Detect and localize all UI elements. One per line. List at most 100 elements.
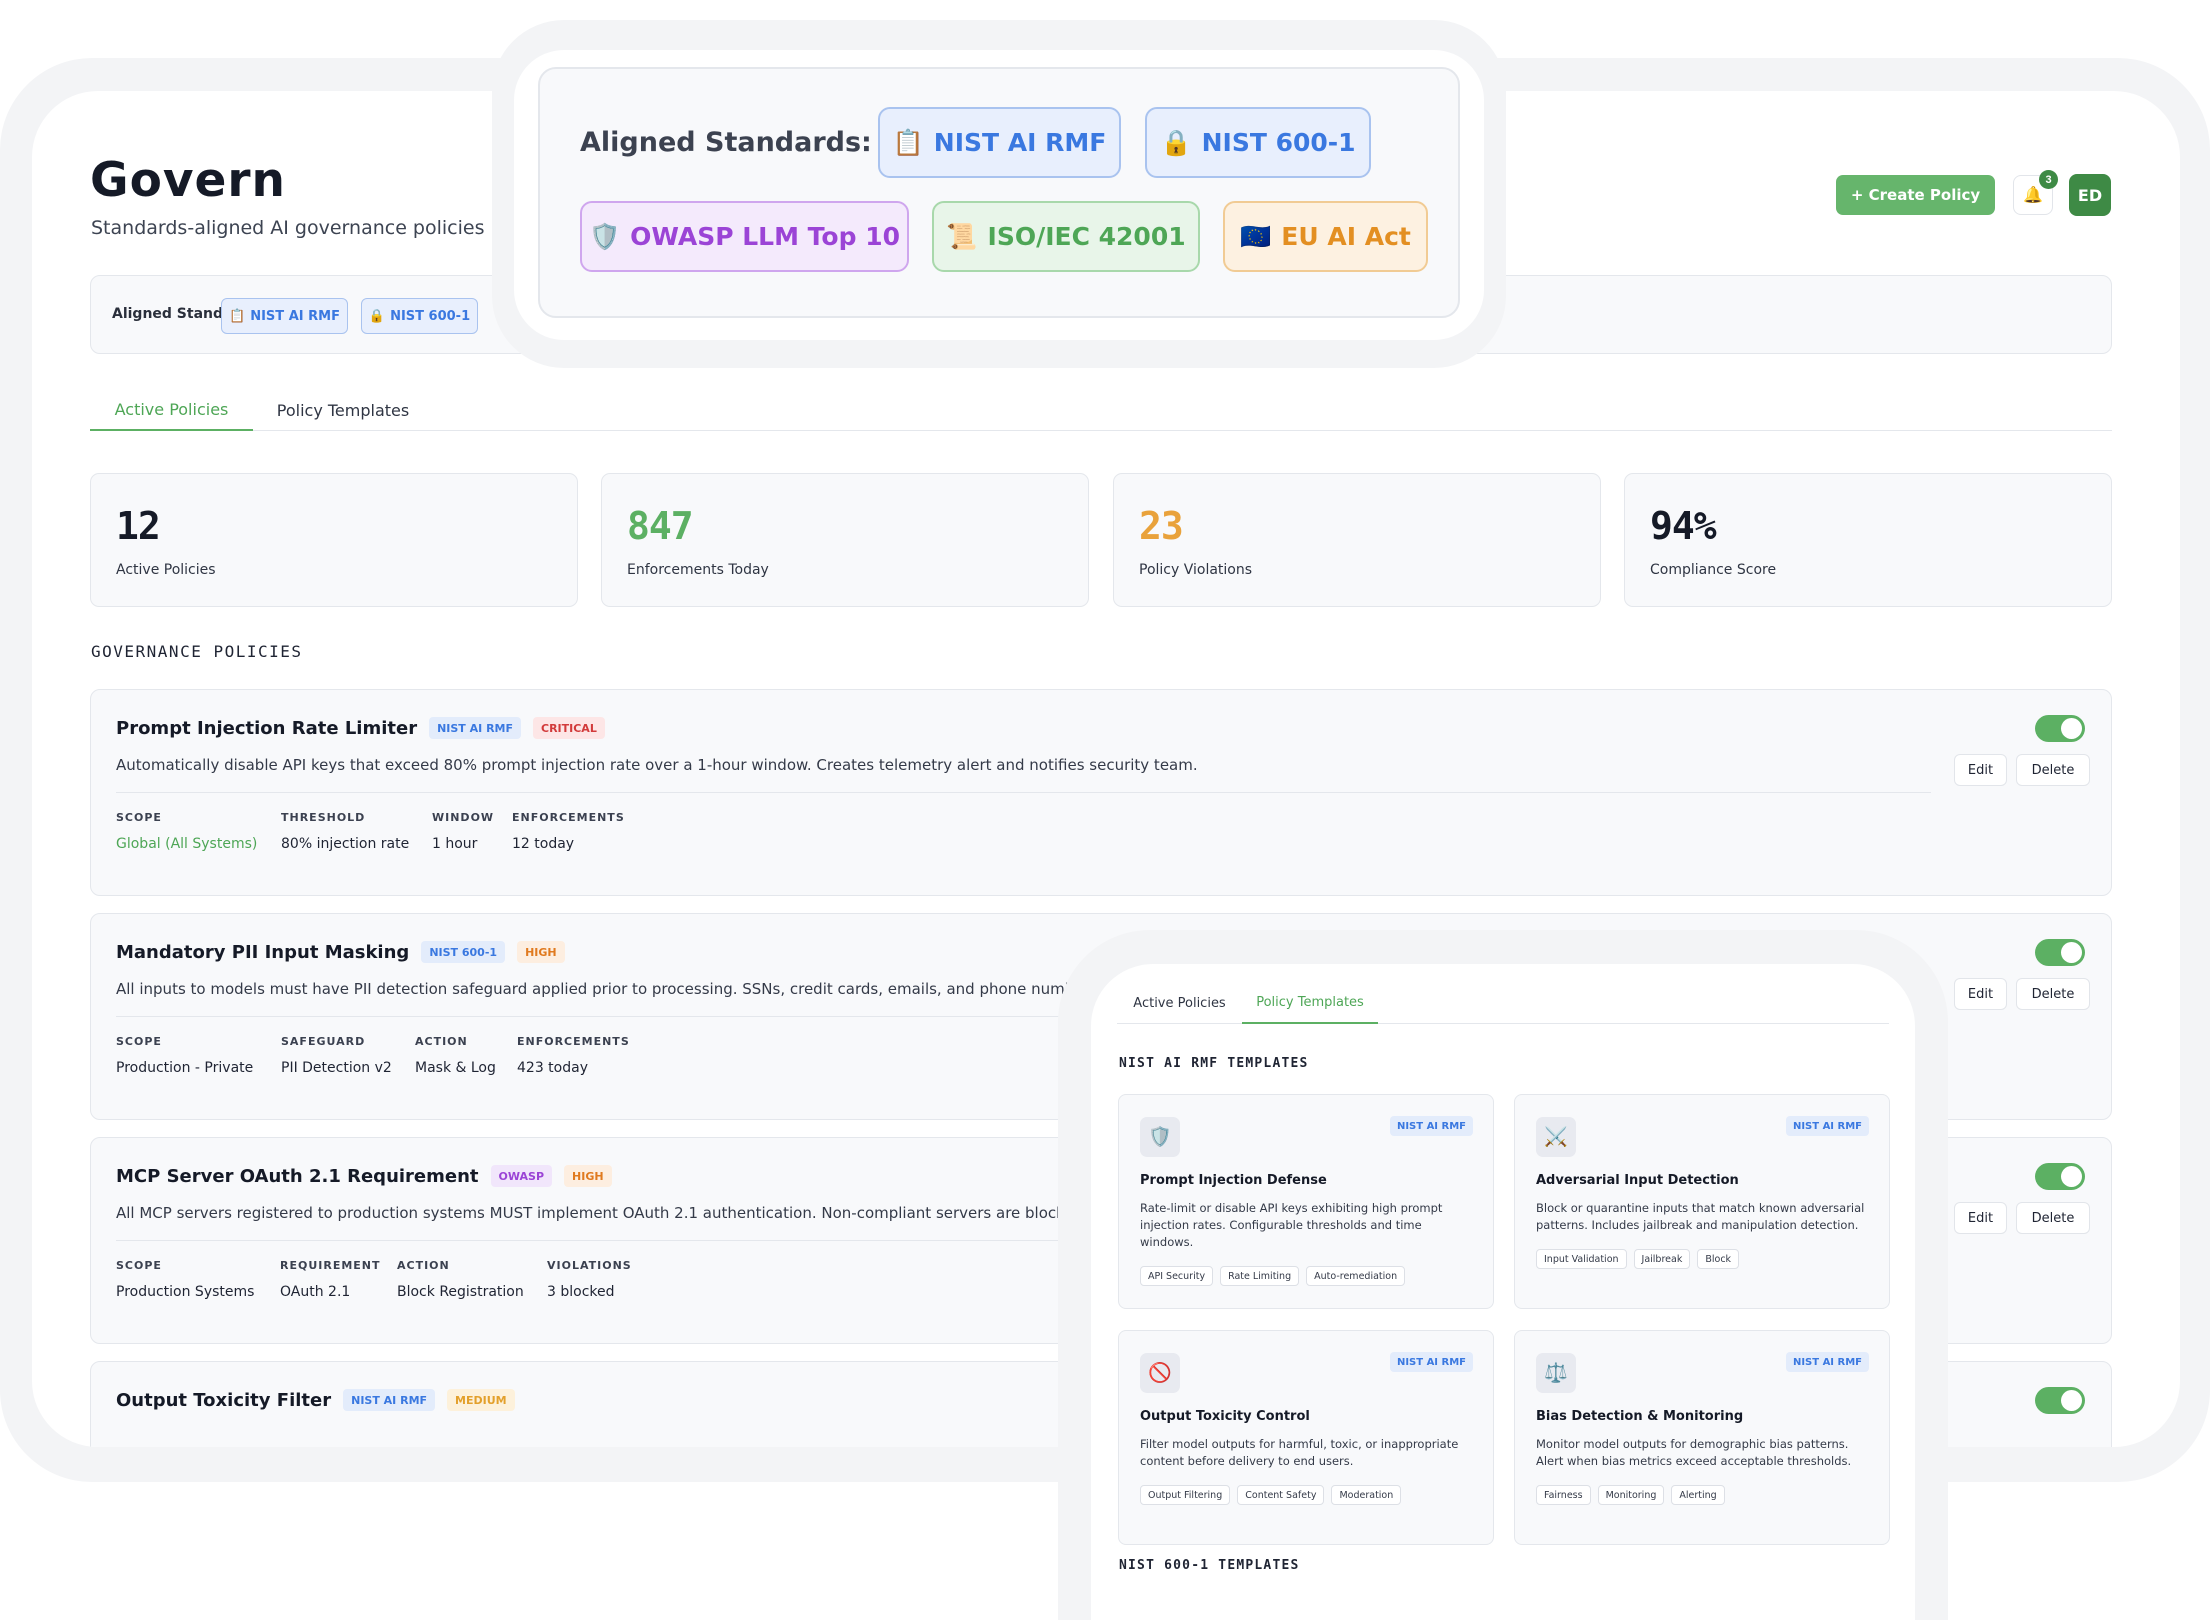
- meta-value: Production - Private: [116, 1060, 254, 1076]
- policy-meta-scope: SCOPE Production Systems: [116, 1259, 254, 1300]
- standard-badge: OWASP: [490, 1165, 553, 1187]
- template-description: Monitor model outputs for demographic bi…: [1536, 1437, 1852, 1468]
- standard-badge: NIST AI RMF: [1785, 1352, 1869, 1372]
- tab-active-policies[interactable]: Active Policies: [90, 389, 253, 431]
- meta-label: ACTION: [415, 1035, 468, 1048]
- standard-badge-nist-ai-rmf[interactable]: 📋 NIST AI RMF: [221, 298, 348, 334]
- section-title-nist-600-1-templates: NIST 600-1 TEMPLATES: [1119, 1558, 1300, 1573]
- tab-policy-templates[interactable]: Policy Templates: [253, 389, 433, 431]
- edit-button[interactable]: Edit: [1954, 978, 2007, 1010]
- tag: Input Validation: [1536, 1249, 1627, 1269]
- severity-badge: HIGH: [517, 941, 565, 963]
- user-avatar[interactable]: ED: [2069, 174, 2111, 216]
- template-tags: API Security Rate Limiting Auto-remediat…: [1140, 1266, 1406, 1286]
- meta-value: 80% injection rate: [281, 836, 410, 852]
- stat-label: Enforcements Today: [627, 562, 769, 578]
- tag: API Security: [1140, 1266, 1214, 1286]
- meta-value: Global (All Systems): [116, 836, 258, 852]
- policy-title: Prompt Injection Rate Limiter: [116, 717, 418, 739]
- bell-icon: 🔔: [2023, 187, 2043, 204]
- meta-value: OAuth 2.1: [280, 1284, 351, 1300]
- policy-meta-enforcements: ENFORCEMENTS 12 today: [512, 811, 625, 852]
- policy-title: Output Toxicity Filter: [116, 1389, 332, 1411]
- section-title-governance-policies: GOVERNANCE POLICIES: [91, 642, 303, 661]
- meta-label: VIOLATIONS: [547, 1259, 632, 1272]
- meta-value: Production Systems: [116, 1284, 255, 1300]
- meta-label: ACTION: [397, 1259, 450, 1272]
- template-title: Prompt Injection Defense: [1140, 1173, 1327, 1188]
- lock-icon: 🔒: [368, 308, 386, 324]
- severity-badge: MEDIUM: [447, 1389, 515, 1411]
- standard-badge-eu-ai-act[interactable]: 🇪🇺 EU AI Act: [1223, 201, 1428, 272]
- standard-badge-nist-600-1[interactable]: 🔒 NIST 600-1: [361, 298, 478, 334]
- policy-meta-threshold: THRESHOLD 80% injection rate: [281, 811, 409, 852]
- delete-button[interactable]: Delete: [2016, 1202, 2090, 1234]
- standard-badge-iso-iec-42001[interactable]: 📜 ISO/IEC 42001: [932, 201, 1200, 272]
- templates-zoom-panel: Active Policies Policy Templates NIST AI…: [1091, 964, 1915, 1620]
- tag: Content Safety: [1237, 1485, 1325, 1505]
- policy-enabled-toggle[interactable]: [2035, 1387, 2085, 1414]
- stat-card-enforcements: 847 Enforcements Today: [601, 473, 1089, 607]
- aligned-standards-bar-zoomed: Aligned Standards: 📋 NIST AI RMF 🔒 NIST …: [538, 67, 1460, 318]
- policy-meta-scope: SCOPE Global (All Systems): [116, 811, 257, 852]
- tag: Monitoring: [1597, 1485, 1665, 1505]
- standard-badge-label: NIST 600-1: [390, 308, 471, 324]
- policy-enabled-toggle[interactable]: [2035, 1163, 2085, 1190]
- tab-policy-templates[interactable]: Policy Templates: [1242, 982, 1378, 1024]
- stat-label: Policy Violations: [1139, 562, 1253, 578]
- template-card-prompt-injection-defense[interactable]: 🛡️ NIST AI RMF Prompt Injection Defense …: [1118, 1094, 1494, 1309]
- meta-label: REQUIREMENT: [280, 1259, 381, 1272]
- standard-badge: NIST 600-1: [421, 941, 506, 963]
- stat-value: 23: [1139, 504, 1184, 548]
- stat-card-active-policies: 12 Active Policies: [90, 473, 578, 607]
- tag: Rate Limiting: [1220, 1266, 1300, 1286]
- notification-count-badge: 3: [2039, 170, 2058, 189]
- template-description: Block or quarantine inputs that match kn…: [1536, 1201, 1865, 1232]
- template-description: Rate-limit or disable API keys exhibitin…: [1140, 1201, 1443, 1249]
- standard-badge-nist-ai-rmf[interactable]: 📋 NIST AI RMF: [878, 107, 1121, 178]
- scales-icon: ⚖️: [1536, 1353, 1576, 1393]
- tag: Moderation: [1331, 1485, 1402, 1505]
- policy-enabled-toggle[interactable]: [2035, 715, 2085, 742]
- clipboard-icon: 📋: [892, 127, 924, 157]
- template-card-adversarial-input-detection[interactable]: ⚔️ NIST AI RMF Adversarial Input Detecti…: [1514, 1094, 1890, 1309]
- template-title: Adversarial Input Detection: [1536, 1173, 1739, 1188]
- standard-badge-nist-600-1[interactable]: 🔒 NIST 600-1: [1145, 107, 1371, 178]
- meta-label: THRESHOLD: [281, 811, 366, 824]
- policy-meta-action: ACTION Block Registration: [397, 1259, 524, 1300]
- page-title: Govern: [90, 153, 287, 208]
- template-card-bias-detection-monitoring[interactable]: ⚖️ NIST AI RMF Bias Detection & Monitori…: [1514, 1330, 1890, 1545]
- tab-active-policies[interactable]: Active Policies: [1117, 982, 1242, 1024]
- meta-label: WINDOW: [432, 811, 495, 824]
- policy-meta-requirement: REQUIREMENT OAuth 2.1: [280, 1259, 381, 1300]
- edit-button[interactable]: Edit: [1954, 754, 2007, 786]
- meta-label: SCOPE: [116, 1259, 162, 1272]
- delete-button[interactable]: Delete: [2016, 978, 2090, 1010]
- template-title: Bias Detection & Monitoring: [1536, 1409, 1744, 1424]
- standards-zoom-panel: Aligned Standards: 📋 NIST AI RMF 🔒 NIST …: [514, 50, 1484, 340]
- edit-button[interactable]: Edit: [1954, 1202, 2007, 1234]
- stat-value: 94%: [1650, 504, 1717, 548]
- template-tags: Fairness Monitoring Alerting: [1536, 1485, 1725, 1505]
- stat-card-compliance: 94% Compliance Score: [1624, 473, 2112, 607]
- severity-badge: HIGH: [564, 1165, 612, 1187]
- notifications-button[interactable]: 🔔 3: [2013, 170, 2058, 215]
- delete-button[interactable]: Delete: [2016, 754, 2090, 786]
- standard-badge: NIST AI RMF: [1389, 1352, 1473, 1372]
- policy-meta-action: ACTION Mask & Log: [415, 1035, 496, 1076]
- shield-icon: 🛡️: [1140, 1117, 1180, 1157]
- policy-meta-safeguard: SAFEGUARD PII Detection v2: [281, 1035, 392, 1076]
- template-card-output-toxicity-control[interactable]: 🚫 NIST AI RMF Output Toxicity Control Fi…: [1118, 1330, 1494, 1545]
- prohibited-icon: 🚫: [1140, 1353, 1180, 1393]
- standard-badge: NIST AI RMF: [343, 1389, 436, 1411]
- meta-value: 3 blocked: [547, 1284, 615, 1300]
- lock-icon: 🔒: [1160, 127, 1192, 157]
- stat-label: Compliance Score: [1650, 562, 1777, 578]
- standard-badge-owasp-llm-top-10[interactable]: 🛡️ OWASP LLM Top 10: [580, 201, 909, 272]
- aligned-standards-label: Aligned Standards:: [580, 127, 872, 158]
- policy-enabled-toggle[interactable]: [2035, 939, 2085, 966]
- tag: Alerting: [1671, 1485, 1725, 1505]
- create-policy-button[interactable]: + Create Policy: [1836, 175, 1995, 215]
- meta-label: SCOPE: [116, 1035, 162, 1048]
- meta-label: SCOPE: [116, 811, 162, 824]
